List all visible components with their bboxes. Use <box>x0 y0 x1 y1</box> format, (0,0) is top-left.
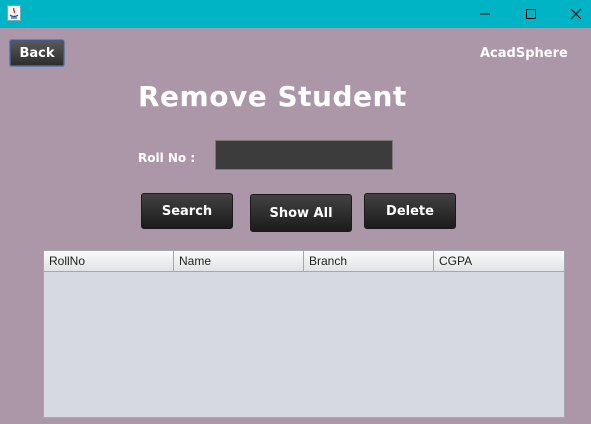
column-header-rollno[interactable]: RollNo <box>44 251 174 271</box>
close-icon <box>570 8 582 20</box>
students-table[interactable]: RollNo Name Branch CGPA <box>43 250 565 418</box>
column-header-cgpa[interactable]: CGPA <box>434 251 564 271</box>
delete-button[interactable]: Delete <box>364 193 456 229</box>
maximize-button[interactable] <box>508 0 554 28</box>
table-body[interactable] <box>44 272 564 417</box>
minimize-button[interactable] <box>462 0 508 28</box>
roll-no-input[interactable] <box>215 140 393 170</box>
column-header-name[interactable]: Name <box>174 251 304 271</box>
minimize-icon <box>480 13 490 15</box>
show-all-button[interactable]: Show All <box>250 194 352 232</box>
back-button[interactable]: Back <box>9 39 65 67</box>
window-titlebar[interactable] <box>0 0 591 28</box>
search-button[interactable]: Search <box>141 193 233 229</box>
java-icon <box>7 5 21 21</box>
brand-label: AcadSphere <box>480 46 568 61</box>
main-panel: Back AcadSphere Remove Student Roll No :… <box>0 28 591 424</box>
table-header: RollNo Name Branch CGPA <box>44 251 564 272</box>
roll-no-label: Roll No : <box>138 151 196 165</box>
page-title: Remove Student <box>138 80 407 113</box>
close-button[interactable] <box>553 0 591 28</box>
column-header-branch[interactable]: Branch <box>304 251 434 271</box>
maximize-icon <box>526 9 536 19</box>
